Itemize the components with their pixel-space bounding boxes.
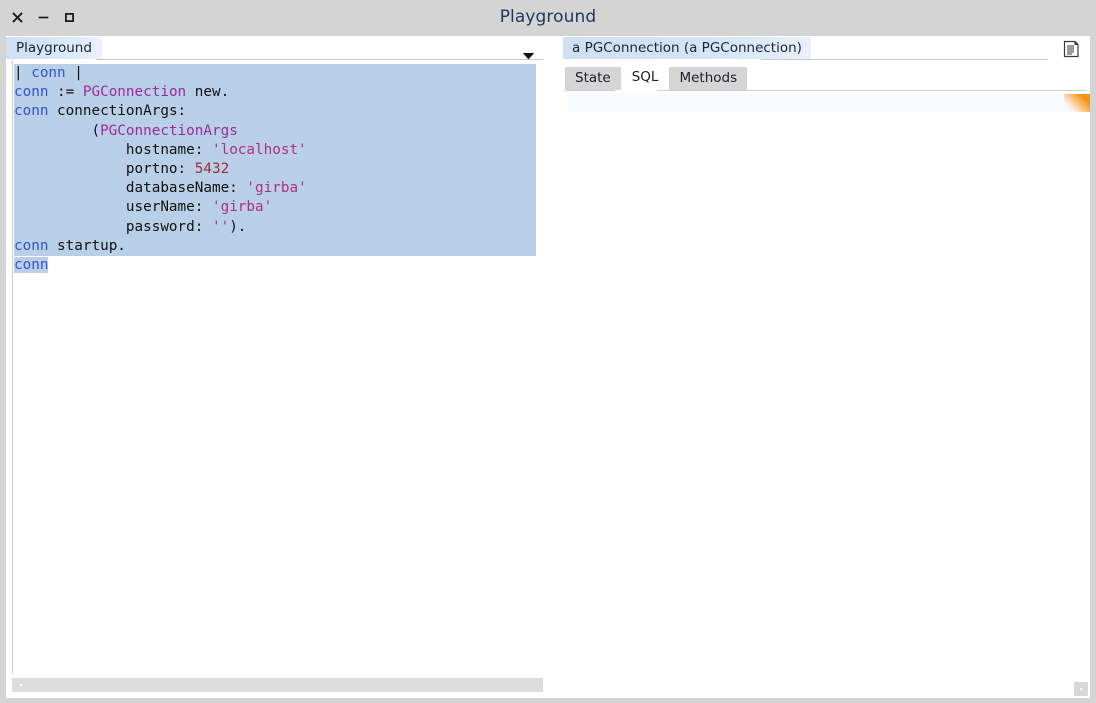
sql-panel-content[interactable] bbox=[568, 94, 1090, 112]
scrollbar-notch bbox=[20, 684, 22, 686]
title-bar: Playground bbox=[0, 0, 1096, 34]
code-token: := bbox=[48, 84, 83, 101]
code-token: password: bbox=[14, 218, 212, 235]
code-line: | conn | bbox=[14, 64, 307, 83]
tab-pgconnection[interactable]: a PGConnection (a PGConnection) bbox=[563, 37, 811, 59]
code-token: 'girba' bbox=[211, 199, 273, 216]
code-line: conn := PGConnection new. bbox=[14, 83, 307, 102]
window-title: Playground bbox=[499, 7, 597, 27]
code-token: PGConnection bbox=[82, 84, 187, 101]
code-token: 'localhost' bbox=[211, 141, 307, 158]
code-token: ). bbox=[229, 218, 247, 235]
code-token: connectionArgs: bbox=[48, 103, 187, 120]
code-line: conn connectionArgs: bbox=[14, 102, 307, 121]
code-token: databaseName: bbox=[14, 180, 247, 197]
code-token: new. bbox=[186, 84, 230, 101]
playground-hscrollbar-track[interactable] bbox=[12, 678, 543, 692]
code-token: startup. bbox=[48, 237, 126, 254]
code-token: userName: bbox=[14, 199, 212, 216]
code-token: conn bbox=[14, 103, 49, 120]
inspector-tabbar: a PGConnection (a PGConnection) bbox=[555, 36, 1090, 60]
playground-hscrollbar-thumb[interactable] bbox=[12, 678, 543, 692]
playground-pane: Playground | conn | conn := PGConnection … bbox=[6, 36, 549, 698]
orange-corner-indicator bbox=[1064, 94, 1090, 112]
code-line: userName: 'girba' bbox=[14, 198, 307, 217]
code-token: hostname: bbox=[14, 141, 212, 158]
document-list-icon[interactable] bbox=[1063, 40, 1080, 58]
subtab-methods[interactable]: Methods bbox=[669, 67, 748, 90]
code-line: hostname: 'localhost' bbox=[14, 141, 307, 160]
code-line: password: ''). bbox=[14, 218, 307, 237]
code-token: | bbox=[65, 65, 83, 81]
pane-container: Playground | conn | conn := PGConnection … bbox=[0, 34, 1096, 703]
code-line: databaseName: 'girba' bbox=[14, 179, 307, 198]
code-token: PGConnectionArgs bbox=[100, 122, 238, 139]
code-token: 'girba' bbox=[246, 180, 307, 197]
window-resize-grip[interactable] bbox=[1074, 682, 1088, 696]
code-token: 5432 bbox=[194, 160, 230, 177]
code-token: | bbox=[14, 65, 32, 81]
playground-code-editor[interactable]: | conn | conn := PGConnection new. conn co… bbox=[6, 60, 549, 674]
code-token: conn bbox=[14, 237, 49, 254]
editor-code-text[interactable]: | conn | conn := PGConnection new. conn co… bbox=[14, 64, 307, 275]
code-token: conn bbox=[14, 256, 49, 273]
resize-grip-notch bbox=[1080, 688, 1082, 690]
editor-gutter bbox=[6, 60, 13, 674]
subtab-sql[interactable]: SQL bbox=[621, 65, 669, 90]
code-line: (PGConnectionArgs bbox=[14, 122, 307, 141]
inspector-tabbar-divider bbox=[761, 59, 1048, 60]
subtab-state[interactable]: State bbox=[565, 67, 621, 90]
code-line: conn startup. bbox=[14, 237, 307, 256]
code-token: ( bbox=[14, 122, 101, 139]
code-token: conn bbox=[14, 84, 49, 101]
code-token: conn bbox=[31, 65, 66, 81]
application-window: Playground Playground | conn | conn := PG… bbox=[0, 0, 1096, 703]
code-token: '' bbox=[211, 218, 230, 235]
code-line: conn bbox=[14, 256, 307, 275]
inspector-subtabs-divider-gap bbox=[615, 90, 657, 91]
tab-playground[interactable]: Playground bbox=[6, 37, 102, 59]
inspector-pane: a PGConnection (a PGConnection) State SQL… bbox=[555, 36, 1090, 698]
playground-tabbar: Playground bbox=[6, 36, 549, 60]
inspector-subtabs: State SQL Methods bbox=[565, 65, 748, 90]
code-line: portno: 5432 bbox=[14, 160, 307, 179]
code-token: portno: bbox=[14, 160, 195, 177]
